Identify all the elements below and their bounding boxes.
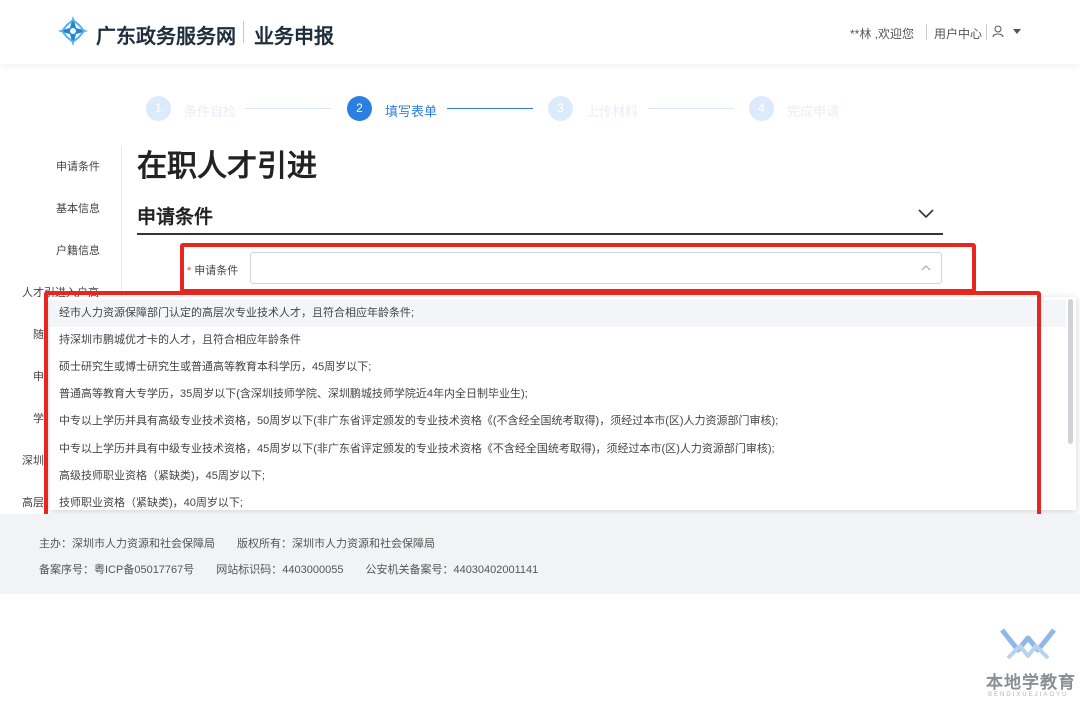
side-nav-item[interactable]: 户籍信息: [56, 242, 100, 258]
watermark-subtext: BENDIXUEJIAOYU: [988, 692, 1069, 698]
brand-divider: [243, 21, 244, 43]
step-number: 3: [548, 96, 573, 121]
header-divider: [986, 24, 987, 40]
side-nav-item[interactable]: 学: [33, 410, 44, 426]
step-number: 4: [749, 96, 774, 121]
highlight-frame: [44, 291, 1041, 527]
side-nav-item[interactable]: 基本信息: [56, 200, 100, 216]
step-number: 1: [146, 96, 171, 121]
user-icon[interactable]: [992, 25, 1004, 38]
header-divider: [926, 24, 927, 40]
step-connector: [648, 108, 734, 109]
step-connector: [447, 108, 533, 109]
highlight-frame: [180, 243, 976, 293]
step-label: 条件自检: [184, 104, 237, 119]
page: 广东政务服务网 业务申报 **林 ,欢迎您 用户中心 1 条件自检 2 填写表单…: [0, 0, 1080, 714]
side-nav-divider: [121, 146, 122, 296]
site-brand[interactable]: 广东政务服务网: [96, 20, 236, 49]
site-logo-icon[interactable]: [57, 15, 89, 47]
side-nav-item[interactable]: 申请条件: [56, 158, 100, 174]
dropdown-scrollbar[interactable]: [1068, 299, 1073, 444]
section-underline: [137, 233, 943, 235]
footer-record: 备案序号：粤ICP备05017767号 网站标识码：4403000055 公安机…: [39, 564, 539, 576]
site-section-title: 业务申报: [254, 26, 334, 48]
step-connector: [245, 108, 331, 109]
side-nav-item[interactable]: 高层: [22, 494, 44, 510]
page-footer: 主办：深圳市人力资源和社会保障局 版权所有：深圳市人力资源和社会保障局 备案序号…: [0, 514, 1080, 594]
chevron-down-icon[interactable]: [918, 207, 934, 219]
step-label: 上传材料: [586, 104, 639, 119]
section-title[interactable]: 申请条件: [137, 202, 213, 229]
watermark-text: 本地学教育: [986, 673, 1076, 692]
side-nav-item[interactable]: 深圳: [22, 452, 44, 468]
user-center-link[interactable]: 用户中心: [934, 25, 982, 42]
welcome-text: **林 ,欢迎您: [850, 27, 915, 41]
watermark-logo-icon: [1000, 628, 1056, 660]
footer-sponsor: 主办：深圳市人力资源和社会保障局 版权所有：深圳市人力资源和社会保障局: [39, 538, 435, 550]
step-number: 2: [347, 96, 372, 121]
page-title: 在职人才引进: [137, 150, 317, 183]
side-nav-item[interactable]: 申: [33, 368, 44, 384]
side-nav-item[interactable]: 随: [33, 326, 44, 342]
step-label: 完成申请: [787, 104, 840, 119]
user-menu-caret-icon[interactable]: [1013, 29, 1021, 34]
top-header: 广东政务服务网 业务申报 **林 ,欢迎您 用户中心: [0, 0, 1080, 64]
step-label: 填写表单: [385, 104, 438, 119]
